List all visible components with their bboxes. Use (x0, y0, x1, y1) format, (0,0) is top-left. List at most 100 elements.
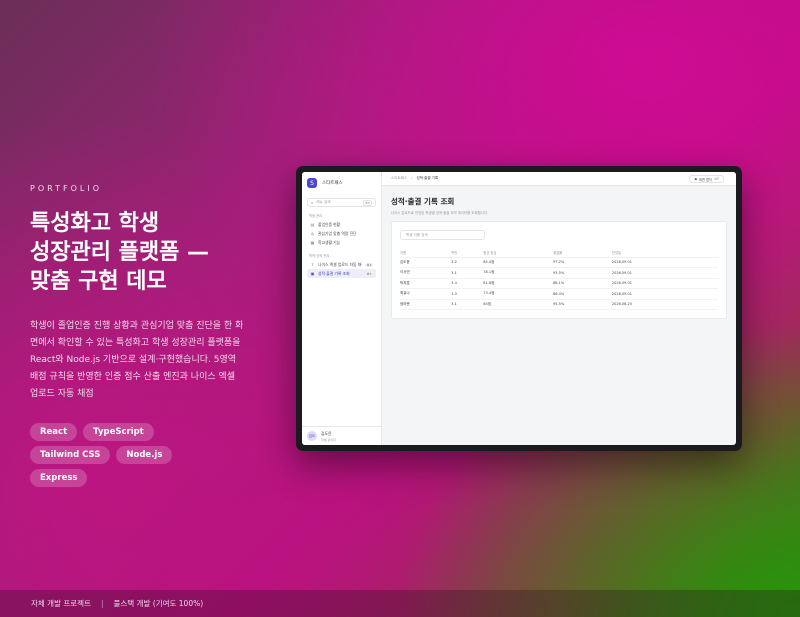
records-table: 이름 학반 평균 등급 출결률 반영일 김도윤 3-2 84.4점 97.2% … (400, 249, 718, 310)
hero-title-line: 성장관리 플랫폼 — (30, 240, 209, 265)
table-cell: 2026.09.01 (611, 257, 718, 268)
sidebar-item-label: 졸업인증 현황 (318, 221, 341, 227)
column-header[interactable]: 반영일 (611, 249, 718, 258)
table-row[interactable]: 이서연 3-1 78.1점 93.5% 2026.09.01 (400, 267, 718, 279)
table-cell: 2026.08.25 (611, 299, 718, 310)
breadcrumb-current: 성적·출결 기록 (416, 176, 439, 180)
sidebar-item-company-diagnosis[interactable]: ◎ 관심기업 맞춤 역량 진단 (307, 229, 376, 238)
brand-logo: S (307, 178, 317, 188)
brand[interactable]: S 스타트패스 (307, 178, 376, 188)
tech-tag: Tailwind CSS (30, 446, 111, 464)
page-title: 성적·출결 기록 조회 (391, 197, 455, 206)
shortcut-badge: ⌘4 (365, 262, 373, 267)
sidebar-item-neis-upload[interactable]: ⇪ 나이스 엑셀 업로드 자동 채점 ⌘4 (307, 260, 376, 269)
table-cell: 2026.09.01 (611, 278, 718, 289)
table-cell: 95.5% (553, 299, 612, 310)
sidebar-item-label: 관심기업 맞춤 역량 진단 (318, 230, 357, 236)
hero-description: 학생이 졸업인증 진행 상황과 관심기업 맞춤 진단을 한 화면에서 확인할 수… (30, 321, 244, 399)
content: 성적·출결 기록 조회 나이스 업로드로 반영된 학생별 성적·출결 요약 데이… (382, 186, 736, 329)
brand-name: 스타트패스 (322, 181, 343, 186)
table-cell: 3-1 (451, 267, 484, 279)
sidebar-item-grade-records[interactable]: ▣ 성적·출결 기록 조회 ⌘5 (307, 269, 376, 278)
footer: 자체 개발 프로젝트 | 풀스택 개발 (기여도 100%) (0, 590, 800, 617)
table-cell: 73.4점 (483, 288, 554, 300)
menu-search-placeholder: 메뉴 검색 (316, 200, 331, 204)
table-cell: 61.8점 (483, 278, 554, 289)
breadcrumb: 스타트패스 / 성적·출결 기록 (391, 176, 438, 181)
avatar: 김도 (307, 431, 317, 441)
table-header-row: 이름 학반 평균 등급 출결률 반영일 (400, 249, 718, 258)
table-cell: 박지훈 (400, 278, 452, 289)
table-row[interactable]: 박지훈 3-4 61.8점 88.1% 2026.09.01 (400, 278, 718, 289)
sidebar-section-label: 학적·성적 관리 (309, 254, 330, 258)
breadcrumb-root[interactable]: 스타트패스 (391, 176, 407, 180)
table-cell: 정하준 (400, 299, 452, 310)
user-name: 김도윤 (321, 430, 332, 436)
table-cell: 86.4% (553, 288, 612, 300)
shortcut-badge: ⌘K (363, 199, 372, 206)
page-subtitle: 나이스 업로드로 반영된 학생별 성적·출결 요약 데이터를 조회합니다. (391, 211, 489, 215)
topbar: 스타트패스 / 성적·출결 기록 ◉ 화면 캡처 ⌘P (382, 172, 736, 186)
table-cell: 88.1% (553, 278, 612, 289)
capture-button-label: 화면 캡처 (699, 177, 712, 182)
search-icon: ⌕ (311, 200, 314, 205)
table-cell: 3-1 (451, 299, 484, 310)
table-cell: 2026.09.01 (611, 288, 718, 300)
sidebar-item-label: 학교생활 기능 (318, 239, 341, 245)
upload-icon: ⇪ (310, 262, 315, 267)
sidebar-item-label: 나이스 엑셀 업로드 자동 채점 (318, 261, 363, 267)
table-cell: 3-2 (451, 257, 484, 268)
column-header[interactable]: 학반 (451, 249, 484, 258)
sidebar-section-label: 학생 관리 (309, 214, 323, 218)
device-mockup: S 스타트패스 ⌕ 메뉴 검색 ⌘K 학생 관리 ▤ 졸업인증 현황 ◎ 관심기… (296, 166, 742, 451)
footer-project-type: 자체 개발 프로젝트 (31, 599, 91, 608)
breadcrumb-separator: / (411, 176, 413, 180)
records-card: 학생 이름 검색 이름 학반 평균 등급 출결률 반영일 김도윤 3-2 84.… (391, 221, 727, 319)
hero-title: 특성화고 학생 성장관리 플랫폼 — 맞춤 구현 데모 (30, 209, 280, 296)
table-row[interactable]: 최유나 3-3 73.4점 86.4% 2026.09.01 (400, 288, 718, 300)
footer-separator: | (100, 599, 104, 608)
calendar-icon: ▦ (310, 240, 315, 245)
column-header[interactable]: 평균 등급 (483, 249, 554, 258)
user-role: 학생 관리자 (321, 437, 336, 442)
camera-icon: ◉ (694, 177, 698, 181)
column-header[interactable]: 이름 (400, 249, 452, 258)
table-cell: 김도윤 (400, 257, 452, 268)
footer-role: 풀스택 개발 (기여도 100%) (113, 599, 204, 608)
table-cell: 2026.09.01 (611, 267, 718, 279)
sidebar: S 스타트패스 ⌕ 메뉴 검색 ⌘K 학생 관리 ▤ 졸업인증 현황 ◎ 관심기… (302, 172, 382, 445)
table-cell: 97.2% (553, 257, 612, 268)
menu-search-input[interactable]: ⌕ 메뉴 검색 ⌘K (307, 198, 376, 207)
tech-tags: React TypeScript Tailwind CSS Node.js Ex… (30, 423, 220, 487)
sidebar-item-graduation-status[interactable]: ▤ 졸업인증 현황 (307, 220, 376, 229)
table-cell: 3-4 (451, 278, 484, 289)
table-row[interactable]: 김도윤 3-2 84.4점 97.2% 2026.09.01 (400, 257, 718, 268)
column-header[interactable]: 출결률 (553, 249, 612, 258)
target-icon: ◎ (310, 231, 315, 236)
table-row[interactable]: 정하준 3-1 64점 95.5% 2026.08.25 (400, 299, 718, 310)
sidebar-item-label: 성적·출결 기록 조회 (318, 270, 350, 276)
table-cell: 3-3 (451, 288, 484, 300)
table-cell: 64점 (483, 299, 554, 310)
student-search-input[interactable]: 학생 이름 검색 (400, 230, 485, 240)
shortcut-badge: ⌘5 (365, 271, 373, 276)
document-icon: ▣ (310, 271, 315, 276)
user-profile[interactable]: 김도 김도윤 학생 관리자 (302, 426, 382, 445)
tech-tag: Node.js (116, 446, 173, 464)
shortcut-badge: ⌘P (713, 177, 719, 181)
table-cell: 78.1점 (483, 267, 554, 279)
hero: PORTFOLIO 특성화고 학생 성장관리 플랫폼 — 맞춤 구현 데모 학생… (30, 184, 270, 487)
eyebrow-label: PORTFOLIO (30, 184, 102, 193)
tech-tag: TypeScript (83, 423, 154, 441)
capture-button[interactable]: ◉ 화면 캡처 ⌘P (689, 175, 724, 183)
sidebar-item-school-life[interactable]: ▦ 학교생활 기능 (307, 238, 376, 247)
user-info: 김도윤 학생 관리자 (321, 431, 336, 442)
tech-tag: Express (30, 469, 88, 487)
main-area: 스타트패스 / 성적·출결 기록 ◉ 화면 캡처 ⌘P 성적·출결 기록 조회 … (382, 172, 736, 445)
table-cell: 93.5% (553, 267, 612, 279)
chart-icon: ▤ (310, 222, 315, 227)
app-screen: S 스타트패스 ⌕ 메뉴 검색 ⌘K 학생 관리 ▤ 졸업인증 현황 ◎ 관심기… (302, 172, 736, 445)
table-cell: 최유나 (400, 288, 452, 300)
table-cell: 84.4점 (483, 257, 554, 268)
hero-title-line: 특성화고 학생 (30, 211, 160, 236)
